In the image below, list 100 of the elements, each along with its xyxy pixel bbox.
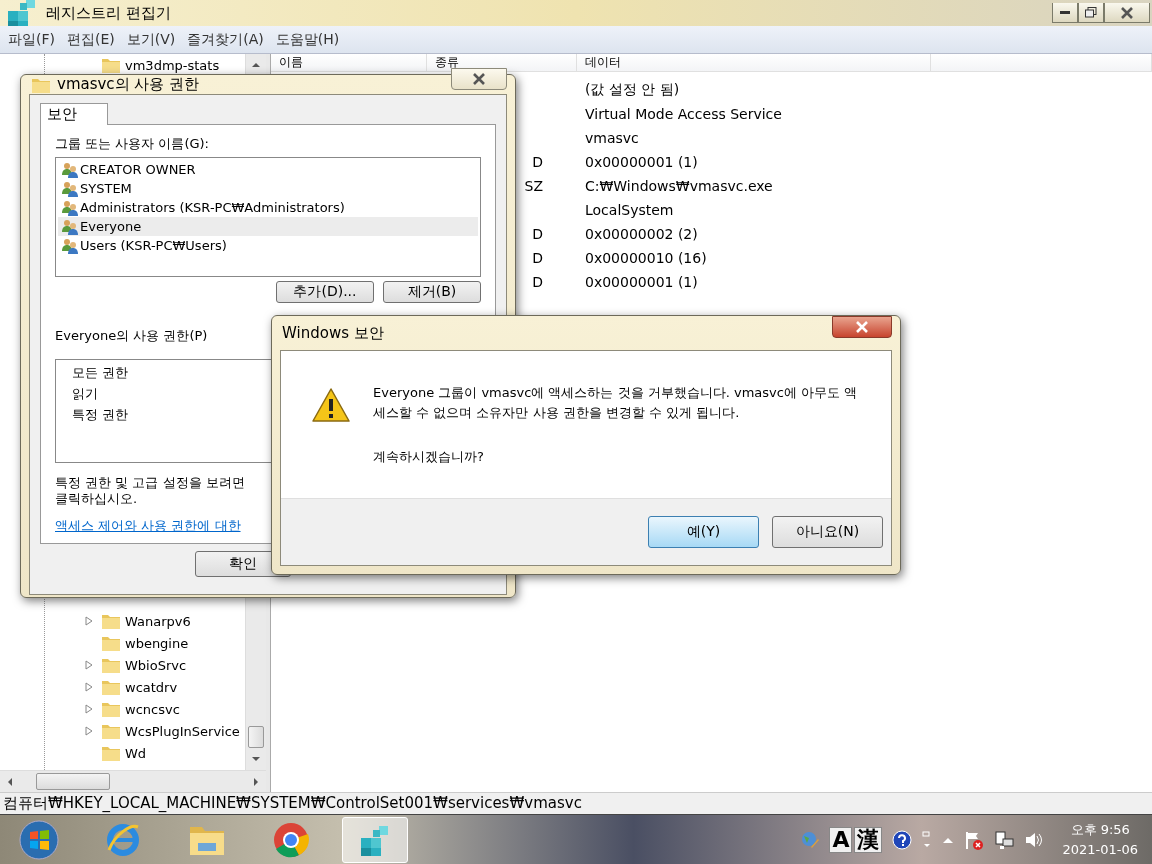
tree-item[interactable]: WbioSrvc [125,657,187,673]
column-header[interactable]: 이름 [271,54,427,71]
table-cell: vmasvc [585,130,639,146]
tree-item[interactable]: Wd [125,745,147,761]
clock-time: 오후 9:56 [1070,820,1130,839]
menu-item[interactable]: 편집(E) [61,30,121,49]
flag-error-icon[interactable] [964,829,985,850]
menu-item[interactable]: 도움말(H) [269,30,346,49]
tree-item[interactable]: wcncsvc [125,701,180,717]
scroll-thumb[interactable] [248,726,264,748]
user-item[interactable]: Users (KSR-PC₩Users) [58,236,478,255]
column-header[interactable]: 데이터 [577,54,931,71]
expand-arrow-icon[interactable] [85,682,93,692]
help-icon[interactable] [892,829,913,850]
user-item[interactable]: Everyone [58,217,478,236]
message-text: Everyone 그룹이 vmasvc에 액세스하는 것을 거부했습니다. vmasvc에 아무도 액세스할 수 없으며 소유자만 사용 권한을 변경할 수 있게 됩니다. [373,384,859,422]
users-icon [62,199,78,216]
expand-arrow-icon[interactable] [85,704,93,714]
permission-name: 특정 권한 [72,405,129,424]
dialog-button[interactable]: 제거(B) [383,281,481,303]
options-icon[interactable] [922,829,933,850]
warning-icon [311,387,351,423]
browser-e-icon [105,821,141,858]
menu-item[interactable]: 파일(F) [2,30,61,49]
user-item[interactable]: Administrators (KSR-PC₩Administrators) [58,198,478,217]
scroll-right-icon[interactable] [252,777,260,786]
close-button[interactable] [832,316,892,338]
expand-arrow-icon[interactable] [85,660,93,670]
expand-arrow-icon[interactable] [85,616,93,626]
restore-icon [1085,7,1097,18]
maximize-button[interactable] [1078,3,1104,23]
taskbar-button[interactable] [342,816,408,863]
network-icon[interactable] [994,829,1015,850]
window-title: 레지스트리 편집기 [46,3,171,23]
table-cell: 0x00000001 (1) [585,154,698,170]
table-cell: C:₩Windows₩vmasvc.exe [585,178,773,194]
folder-icon [101,634,121,652]
tab[interactable]: 보안 [40,103,108,125]
dialog-button[interactable]: 예(Y) [648,516,759,548]
hint-text: 특정 권한 및 고급 설정을 보려면 [55,475,245,491]
expand-arrow-icon[interactable] [85,726,93,736]
ime-mode-indicator[interactable]: A [829,826,853,853]
menu-item[interactable]: 즐겨찾기(A) [181,30,270,49]
question-text: 계속하시겠습니까? [373,448,485,466]
horizontal-scrollbar[interactable] [0,770,266,792]
table-cell: (값 설정 안 됨) [585,81,680,97]
dialog-button[interactable]: 아니요(N) [772,516,883,548]
user-item[interactable]: SYSTEM [58,179,478,198]
tree-item[interactable]: vm3dmp-stats [125,57,220,73]
users-icon [62,237,78,254]
scroll-up-icon[interactable] [252,61,260,69]
folder-icon [101,656,121,674]
close-button[interactable] [1104,3,1150,23]
dialog-title: Windows 보안 [282,323,384,343]
scroll-thumb[interactable] [36,773,110,790]
close-icon [1120,6,1134,19]
users-icon [62,161,78,178]
dialog-button[interactable]: 추가(D)... [276,281,374,303]
chrome-icon [273,821,309,858]
close-icon [855,321,869,333]
table-cell: D [532,154,543,170]
table-cell: 0x00000002 (2) [585,226,698,242]
close-button[interactable] [451,67,507,90]
permissions-label: Everyone의 사용 권한(P) [55,327,208,345]
table-cell: D [532,250,543,266]
menu-item[interactable]: 보기(V) [120,30,182,49]
tree-item[interactable]: WcsPlugInService [125,723,240,739]
permission-name: 모든 권한 [72,363,129,382]
folder-icon [101,744,121,762]
user-name: Administrators (KSR-PC₩Administrators) [80,200,345,215]
help-link[interactable]: 액세스 제어와 사용 권한에 대한 [55,517,241,535]
users-icon [62,218,78,235]
folder-icon [101,722,121,740]
dialog-title: vmasvc의 사용 권한 [57,75,200,94]
user-name: CREATOR OWNER [80,162,196,177]
tree-item[interactable]: Wanarpv6 [125,613,191,629]
tree-item[interactable]: wcatdrv [125,679,178,695]
scroll-down-icon[interactable] [252,755,260,763]
ime-mode-indicator[interactable]: 漢 [854,826,883,853]
hint-text: 클릭하십시오. [55,491,138,507]
folder-icon [101,612,121,630]
folder-icon [101,700,121,718]
table-cell: D [532,226,543,242]
minimize-button[interactable] [1052,3,1078,23]
user-item[interactable]: CREATOR OWNER [58,160,478,179]
user-name: Everyone [80,219,142,234]
close-icon [472,72,486,85]
table-cell: SZ [524,178,543,194]
show-hidden-icons-icon[interactable] [942,835,955,844]
folder-icon [101,678,121,696]
user-name: SYSTEM [80,181,132,196]
clock[interactable]: 오후 9:56 2021-01-06 [1054,819,1146,860]
tree-item[interactable]: wbengine [125,635,189,651]
minimize-icon [1060,10,1070,15]
scroll-left-icon[interactable] [6,777,14,786]
permission-name: 읽기 [72,384,98,403]
users-list[interactable]: CREATOR OWNER SYSTEM Administrators (KSR-PC₩Administrators) Everyone Users (KSR-PC₩Users) [55,157,481,277]
users-icon [62,180,78,197]
table-cell: 0x00000010 (16) [585,250,707,266]
table-cell: 0x00000001 (1) [585,274,698,290]
